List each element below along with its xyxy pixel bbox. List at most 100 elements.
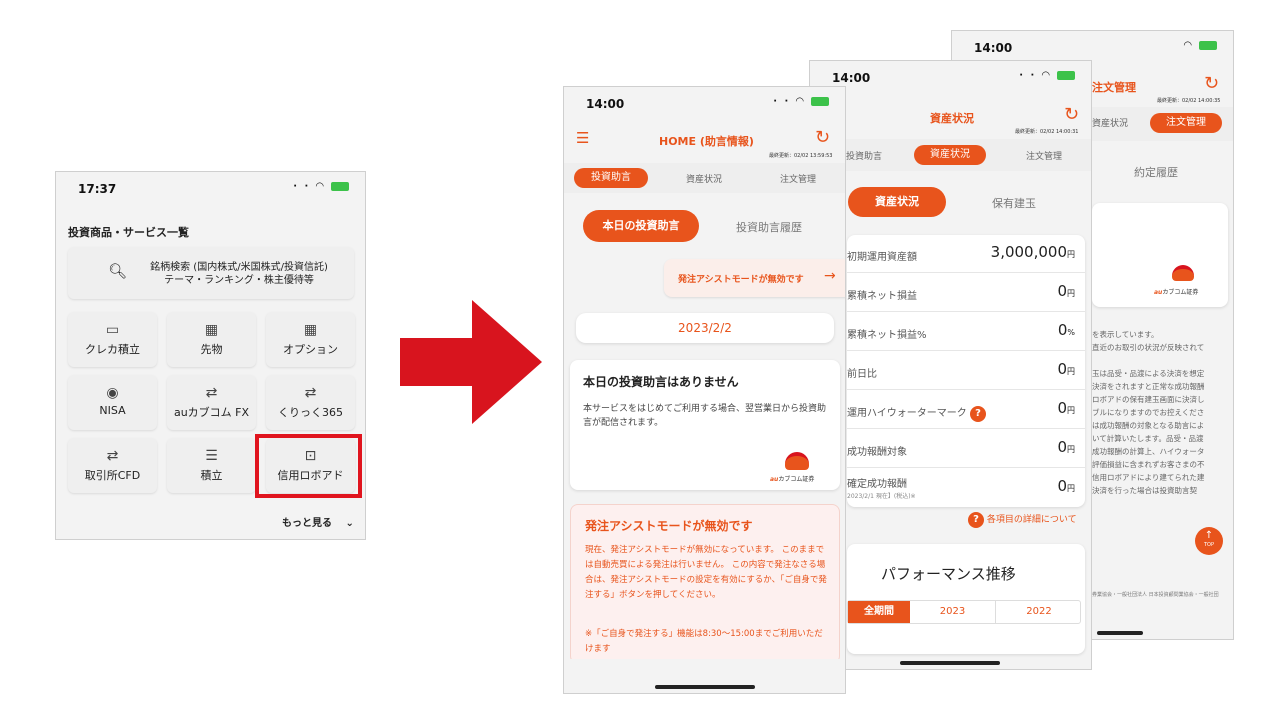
warning-body: 現在、発注アシストモードが無効になっています。 このままでは自動売買による発注は… <box>585 545 827 600</box>
tile-label: 先物 <box>200 343 223 356</box>
refresh-icon[interactable]: ↻ <box>1204 73 1219 94</box>
note-line: を表示しています。 <box>1092 330 1159 339</box>
warning-card: 発注アシストモードが無効です 現在、発注アシストモードが無効になっています。 こ… <box>570 504 840 664</box>
asset-table: 初期運用資産額 3,000,000円 累積ネット損益 0円 累積ネット損益% 0% 前… <box>847 235 1085 507</box>
date-label: 2023/2/2 <box>678 321 732 335</box>
note-line: は成功報酬の対象となる助言によ <box>1092 421 1205 430</box>
subtab-advice-history[interactable]: 投資助言履歴 <box>736 219 802 235</box>
performance-title: パフォーマンス推移 <box>881 565 1016 583</box>
period-tabs: 全期間 2023 2022 <box>847 600 1081 624</box>
note-line: 決済を行った場合は投資助言契 <box>1092 486 1197 495</box>
subtab-holdings[interactable]: 保有建玉 <box>992 195 1036 211</box>
note-line: 成功報酬の計算上、ハイウォータ <box>1092 447 1205 456</box>
status-bar: 14:00 · · ◠ <box>564 87 845 117</box>
last-update: 最終更新：02/02 14:00:31 <box>1015 129 1079 135</box>
tile-au-kabucom-fx[interactable]: ⇄ auカブコム FX <box>167 375 256 430</box>
tile-options[interactable]: ▦ オプション <box>266 312 355 367</box>
row-label: 累積ネット損益 <box>847 291 917 302</box>
row-value: 0 <box>1057 399 1067 417</box>
help-icon: ? <box>968 512 984 528</box>
search-line-2: テーマ・ランキング・株主優待等 <box>164 275 314 286</box>
tile-click-365[interactable]: ⇄ くりっく365 <box>266 375 355 430</box>
home-indicator <box>900 661 1000 665</box>
tile-credit-card-tsumitate[interactable]: ▭ クレカ積立 <box>68 312 157 367</box>
tab-order-management[interactable]: 注文管理 <box>780 172 816 185</box>
row-unit: 円 <box>1067 484 1075 493</box>
tab-order-management[interactable]: 注文管理 <box>1026 149 1062 162</box>
subtab-assets[interactable]: 資産状況 <box>848 187 946 217</box>
tile-futures[interactable]: ▦ 先物 <box>167 312 256 367</box>
subtab-today-advice[interactable]: 本日の投資助言 <box>583 210 699 242</box>
period-2022[interactable]: 2022 <box>996 601 1082 623</box>
row-sublabel: 2023/2/1 現在】(税込)※ <box>847 493 916 500</box>
header-title: 注文管理 <box>1092 81 1136 94</box>
logo-card: auカブコム証券 <box>1092 203 1228 307</box>
refresh-icon[interactable]: ↻ <box>1064 104 1079 125</box>
row-unit: 円 <box>1067 289 1075 298</box>
status-bar: 17:37 · · ◠ <box>56 172 365 202</box>
row-value: 0 <box>1057 360 1067 378</box>
no-advice-card: 本日の投資助言はありません 本サービスをはじめてご利用する場合、翌営業日から投資… <box>570 360 840 490</box>
asset-row: 成功報酬対象 0円 <box>847 430 1085 468</box>
assist-notice-button[interactable]: 発注アシストモードが無効です → <box>664 259 845 297</box>
no-advice-body: 本サービスをはじめてご利用する場合、翌営業日から投資助言が配信されます。 <box>583 404 827 428</box>
tab-assets[interactable]: 資産状況 <box>686 172 722 185</box>
status-time: 14:00 <box>586 97 625 111</box>
status-time: 14:00 <box>832 71 871 85</box>
status-icons: · · ◠ <box>293 181 349 192</box>
tab-order-management[interactable]: 注文管理 <box>1150 113 1222 133</box>
status-icons: ◠ <box>1184 40 1217 51</box>
tile-label: オプション <box>283 343 338 356</box>
tile-nisa[interactable]: ◉ NISA <box>68 375 157 430</box>
row-label: 累積ネット損益% <box>847 330 927 341</box>
section-title: 約定履歴 <box>1134 166 1178 179</box>
refresh-icon[interactable]: ↻ <box>815 127 830 148</box>
asset-row: 累積ネット損益% 0% <box>847 313 1085 351</box>
header-title: 資産状況 <box>930 112 974 125</box>
no-advice-title: 本日の投資助言はありません <box>583 375 739 389</box>
tab-assets[interactable]: 資産状況 <box>1092 116 1128 129</box>
note-line: 信用ロボアドにより建てられた建 <box>1092 473 1205 482</box>
footer-text: 券業協会・一般社団法人 日本投資顧問業協会・一般社団 <box>1092 592 1219 598</box>
top-button[interactable]: ↑ TOP <box>1195 527 1223 555</box>
date-card: 2023/2/2 <box>576 313 834 343</box>
note-line: いて計算いたします。品受・品渡 <box>1092 434 1204 443</box>
phone-service-list: 17:37 · · ◠ 投資商品・サービス一覧 🔍︎ 銘柄検索 (国内株式/米国… <box>55 171 366 540</box>
period-2023[interactable]: 2023 <box>910 601 996 623</box>
note-line: 玉は品受・品渡による決済を想定 <box>1092 369 1205 378</box>
last-update: 最終更新：02/02 14:00:35 <box>1157 98 1221 104</box>
row-label: 初期運用資産額 <box>847 252 917 263</box>
help-link-label: 各項目の詳細について <box>986 515 1077 525</box>
status-time: 14:00 <box>974 41 1013 55</box>
signal-icon: · · <box>1019 70 1037 81</box>
help-icon[interactable]: ? <box>970 406 986 422</box>
menu-icon[interactable]: ☰ <box>576 129 589 147</box>
logo-text: カブコム証券 <box>778 476 815 483</box>
signal-icon: · · <box>293 181 311 192</box>
tab-assets[interactable]: 資産状況 <box>914 145 986 165</box>
tab-advice[interactable]: 投資助言 <box>846 149 882 162</box>
coins-icon: ☰ <box>205 448 218 464</box>
phone-home-advice: 14:00 · · ◠ ☰ HOME (助言情報) ↻ 最終更新：02/02 1… <box>563 86 846 694</box>
status-bar: 14:00 · · ◠ <box>810 61 1091 91</box>
tab-advice[interactable]: 投資助言 <box>574 168 648 188</box>
tile-exchange-cfd[interactable]: ⇄ 取引所CFD <box>68 438 157 493</box>
warning-note: ※「ご自身で発注する」機能は8:30〜15:00までご利用いただけます <box>585 629 823 654</box>
help-link[interactable]: ? 各項目の詳細について <box>968 512 1077 528</box>
chevron-down-icon: ⌄ <box>345 518 354 529</box>
phone-asset-status: 14:00 · · ◠ 資産状況 ↻ 最終更新：02/02 14:00:31 投… <box>809 60 1092 670</box>
row-value: 3,000,000 <box>990 243 1067 261</box>
logo-text: カブコム証券 <box>1162 289 1199 296</box>
period-all[interactable]: 全期間 <box>848 601 910 623</box>
note-line: 直近のお取引の状況が反映されて <box>1092 343 1205 352</box>
signal-icon: · · <box>773 96 791 107</box>
asset-row: 確定成功報酬 2023/2/1 現在】(税込)※ 0円 <box>847 469 1085 507</box>
search-button[interactable]: 🔍︎ 銘柄検索 (国内株式/米国株式/投資信託) テーマ・ランキング・株主優待等 <box>68 247 354 299</box>
au-logo-icon <box>1172 265 1194 281</box>
home-indicator <box>1097 631 1143 635</box>
last-update: 最終更新：02/02 13:59:53 <box>769 153 833 159</box>
search-icon: 🔍︎ <box>108 262 128 280</box>
more-button[interactable]: もっと見る ⌄ <box>282 514 354 529</box>
tile-tsumitate[interactable]: ☰ 積立 <box>167 438 256 493</box>
row-unit: 円 <box>1067 367 1075 376</box>
